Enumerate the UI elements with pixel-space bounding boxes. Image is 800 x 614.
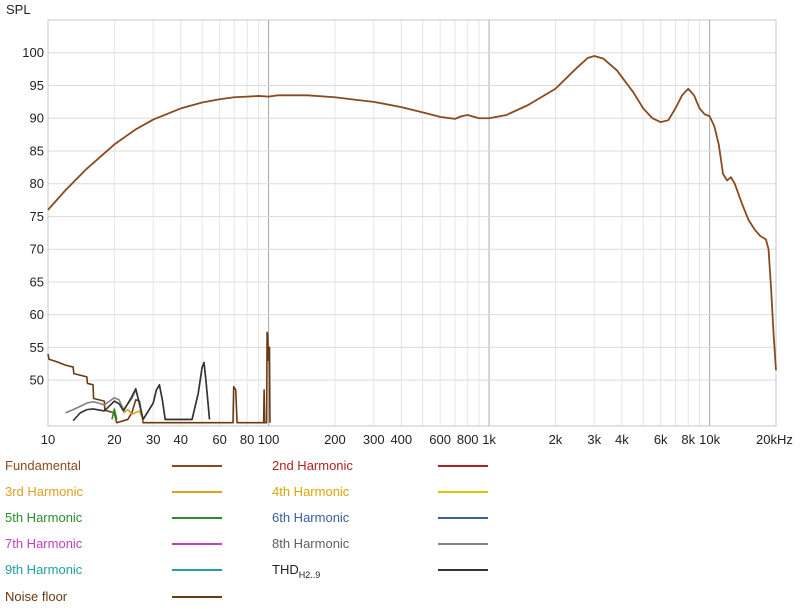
- x-tick-label: 6k: [654, 432, 668, 447]
- legend-label: Noise floor: [5, 589, 68, 604]
- x-tick-label: 4k: [615, 432, 629, 447]
- y-tick-label: 100: [22, 45, 44, 60]
- x-tick-label: 300: [363, 432, 385, 447]
- frequency-response-chart: SPL 50 55 60 65 70 75 80 85 90 95 100 10 20 30 40 60 80…: [0, 0, 800, 614]
- x-tick-label: 600: [429, 432, 451, 447]
- x-tick-label: 40: [174, 432, 188, 447]
- y-tick-label: 85: [30, 143, 44, 158]
- y-tick-label: 60: [30, 307, 44, 322]
- y-tick-label: 95: [30, 78, 44, 93]
- legend-label: 5th Harmonic: [5, 510, 83, 525]
- y-tick-label: 55: [30, 340, 44, 355]
- x-tick-label: 80: [240, 432, 254, 447]
- x-tick-label: 1k: [482, 432, 496, 447]
- x-tick-label: 400: [390, 432, 412, 447]
- legend-label: 4th Harmonic: [272, 484, 350, 499]
- y-tick-label: 80: [30, 176, 44, 191]
- legend-label: 7th Harmonic: [5, 536, 83, 551]
- x-tick-label: 30: [146, 432, 160, 447]
- y-tick-label: 50: [30, 373, 44, 388]
- x-tick-label: 2k: [549, 432, 563, 447]
- x-tick-label: 800: [457, 432, 479, 447]
- y-tick-label: 65: [30, 274, 44, 289]
- x-tick-label: 60: [212, 432, 226, 447]
- y-axis-title: SPL: [6, 2, 31, 17]
- legend-label: 8th Harmonic: [272, 536, 350, 551]
- legend-label: 2nd Harmonic: [272, 458, 353, 473]
- legend-label: Fundamental: [5, 458, 81, 473]
- x-tick-label: 3k: [587, 432, 601, 447]
- y-tick-label: 90: [30, 111, 44, 126]
- y-tick-label: 70: [30, 242, 44, 257]
- x-tick-label: 200: [324, 432, 346, 447]
- chart-background: [0, 0, 800, 614]
- x-tick-label: 20kHz: [756, 432, 793, 447]
- legend-label: 9th Harmonic: [5, 562, 83, 577]
- legend-label: 6th Harmonic: [272, 510, 350, 525]
- x-tick-label: 100: [258, 432, 280, 447]
- x-tick-label: 8k: [681, 432, 695, 447]
- x-tick-label: 20: [107, 432, 121, 447]
- x-tick-label: 10: [41, 432, 55, 447]
- legend-label: 3rd Harmonic: [5, 484, 84, 499]
- y-tick-label: 75: [30, 209, 44, 224]
- x-tick-label: 10k: [699, 432, 720, 447]
